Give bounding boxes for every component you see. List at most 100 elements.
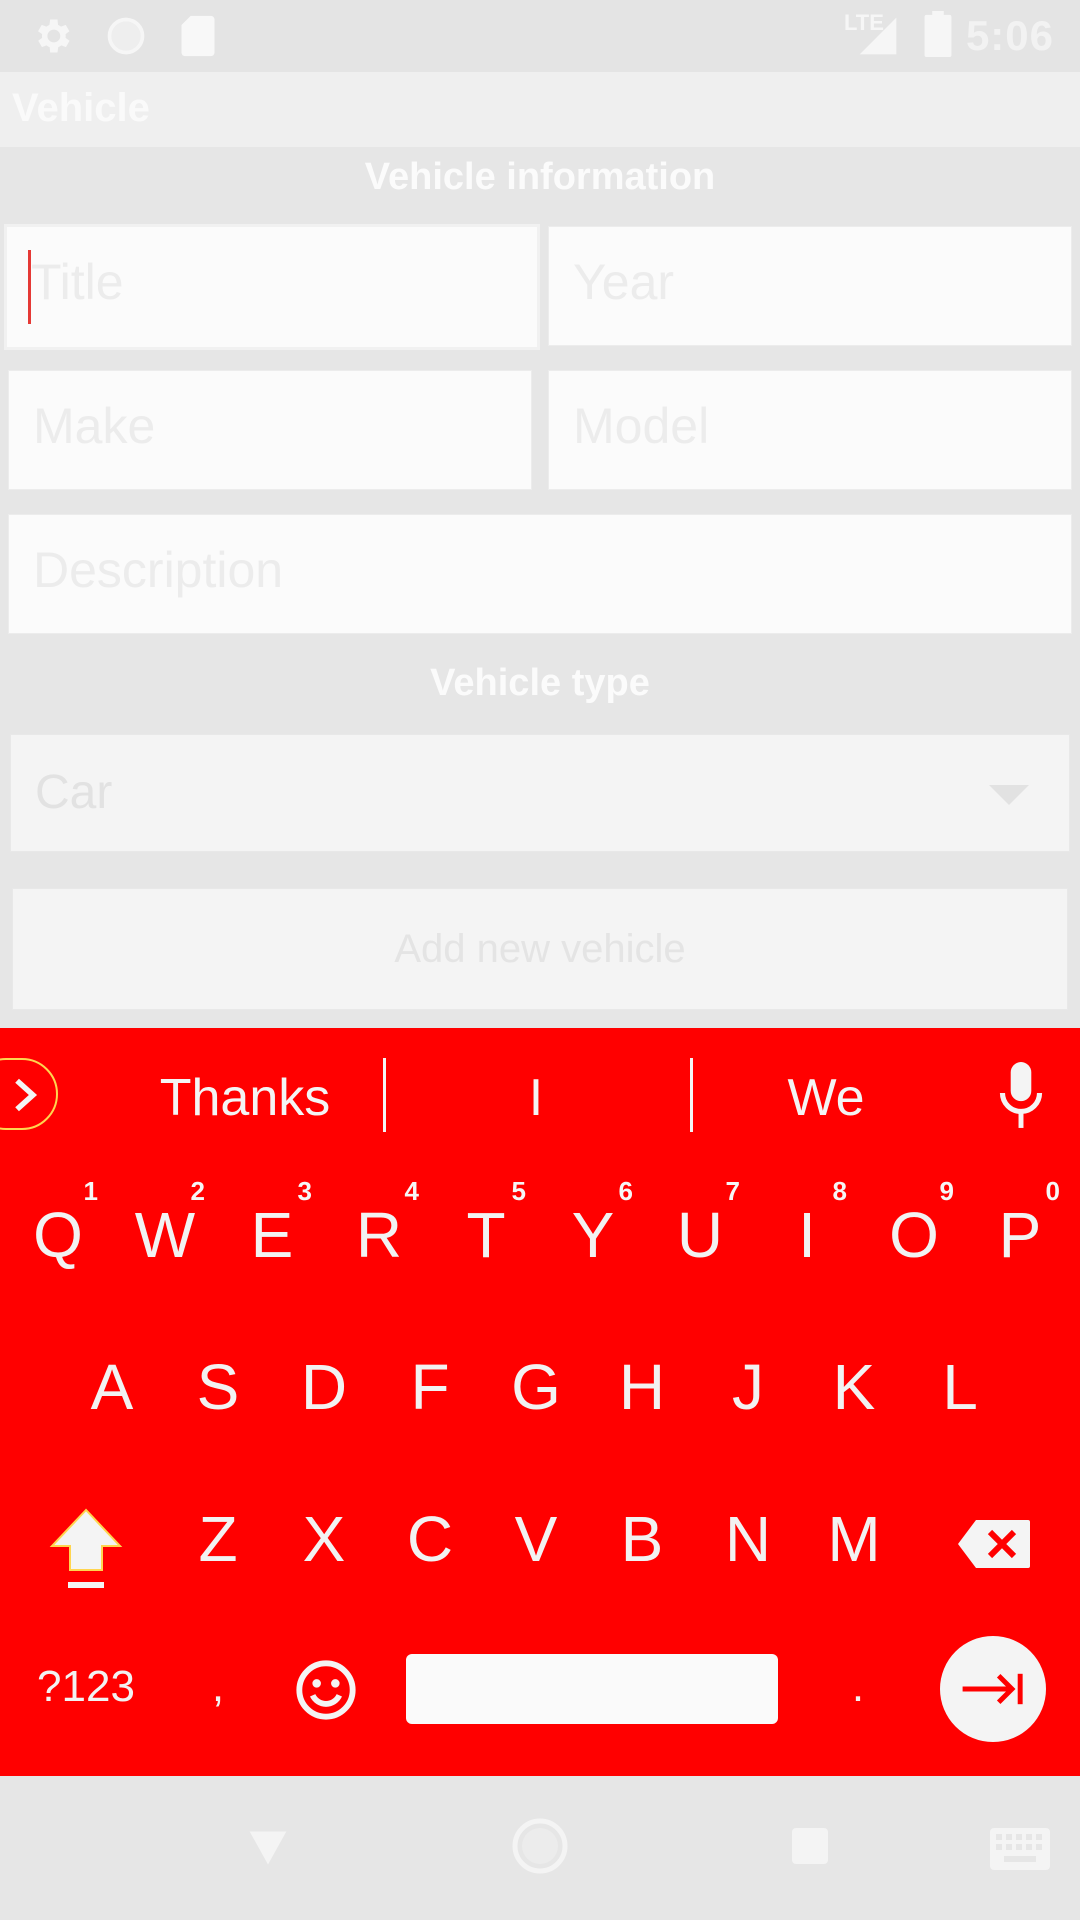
backspace-icon: [958, 1520, 1030, 1568]
symbols-key[interactable]: ?123: [26, 1628, 146, 1748]
key-v[interactable]: V: [486, 1482, 586, 1602]
navigation-bar: [0, 1776, 1080, 1920]
key-k[interactable]: K: [804, 1330, 904, 1450]
vehicle-type-select[interactable]: Car: [10, 734, 1070, 852]
key-f[interactable]: F: [380, 1330, 480, 1450]
key-label: N: [724, 1503, 772, 1575]
key-label: .: [851, 1662, 865, 1711]
keyboard-icon[interactable]: [988, 1826, 1052, 1872]
sd-card-icon: [176, 14, 220, 58]
suggestion-item[interactable]: Thanks: [120, 1068, 370, 1128]
model-placeholder: Model: [573, 398, 710, 454]
key-label: Z: [198, 1503, 238, 1575]
back-icon[interactable]: [246, 1826, 290, 1870]
key-label: B: [620, 1503, 664, 1575]
key-u[interactable]: 7U: [650, 1176, 750, 1298]
comma-key[interactable]: ,: [168, 1628, 268, 1748]
suggestion-divider: [690, 1058, 693, 1132]
chevron-right-icon: [15, 1078, 38, 1112]
shift-key[interactable]: [36, 1480, 136, 1600]
soft-keyboard: Thanks I We 1Q 2W 3E 4R 5T 6Y 7U 8I 9O 0…: [0, 1028, 1080, 1776]
key-label: Y: [571, 1199, 615, 1271]
key-x[interactable]: X: [274, 1482, 374, 1602]
description-placeholder: Description: [33, 542, 284, 598]
key-h[interactable]: H: [592, 1330, 692, 1450]
key-label: P: [998, 1199, 1042, 1271]
key-z[interactable]: Z: [168, 1482, 268, 1602]
model-field[interactable]: Model: [548, 370, 1072, 490]
key-q[interactable]: 1Q: [8, 1176, 108, 1298]
gear-icon: [30, 14, 74, 58]
app-bar: Vehicle: [0, 72, 1080, 147]
key-n[interactable]: N: [698, 1482, 798, 1602]
suggestion-divider: [383, 1058, 386, 1132]
key-s[interactable]: S: [168, 1330, 268, 1450]
section-heading-vehicle-type: Vehicle type: [430, 662, 650, 704]
suggestion-item[interactable]: We: [726, 1068, 926, 1128]
key-label: ,: [211, 1662, 225, 1711]
key-p[interactable]: 0P: [970, 1176, 1070, 1298]
tab-next-icon: [962, 1673, 1023, 1705]
shift-icon: [49, 1508, 123, 1588]
key-r[interactable]: 4R: [329, 1176, 429, 1298]
key-label: I: [798, 1199, 816, 1271]
next-field-key[interactable]: [940, 1636, 1046, 1742]
key-label: S: [196, 1351, 240, 1423]
chevron-down-icon: [989, 785, 1029, 805]
year-field[interactable]: Year: [548, 226, 1072, 346]
key-label: G: [511, 1351, 561, 1423]
key-label: ?123: [37, 1662, 135, 1711]
key-label: M: [827, 1503, 881, 1575]
key-label: E: [250, 1199, 294, 1271]
key-l[interactable]: L: [910, 1330, 1010, 1450]
space-key[interactable]: [406, 1654, 778, 1724]
key-label: W: [134, 1199, 196, 1271]
key-label: T: [466, 1199, 506, 1271]
battery-icon: [916, 11, 960, 57]
period-key[interactable]: .: [808, 1628, 908, 1748]
key-j[interactable]: J: [698, 1330, 798, 1450]
emoji-key[interactable]: [276, 1628, 376, 1748]
key-t[interactable]: 5T: [436, 1176, 536, 1298]
vehicle-type-value: Car: [35, 766, 113, 819]
key-b[interactable]: B: [592, 1482, 692, 1602]
title-placeholder: Title: [31, 254, 124, 310]
backspace-key[interactable]: [942, 1482, 1062, 1602]
key-m[interactable]: M: [804, 1482, 904, 1602]
recents-icon[interactable]: [790, 1826, 830, 1866]
make-placeholder: Make: [33, 398, 156, 454]
key-label: R: [355, 1199, 403, 1271]
description-field[interactable]: Description: [8, 514, 1072, 634]
suggestion-item[interactable]: I: [436, 1068, 636, 1128]
title-field[interactable]: Title: [4, 224, 540, 350]
key-e[interactable]: 3E: [222, 1176, 322, 1298]
key-o[interactable]: 9O: [864, 1176, 964, 1298]
add-vehicle-button[interactable]: Add new vehicle: [12, 888, 1068, 1010]
key-label: C: [406, 1503, 454, 1575]
emoji-icon: [296, 1660, 356, 1720]
key-label: V: [514, 1503, 558, 1575]
microphone-icon[interactable]: [996, 1060, 1046, 1130]
suggestion-expand-button[interactable]: [0, 1058, 58, 1130]
page-title: Vehicle: [12, 86, 150, 130]
key-label: O: [889, 1199, 939, 1271]
key-g[interactable]: G: [486, 1330, 586, 1450]
key-label: X: [302, 1503, 346, 1575]
key-label: U: [676, 1199, 724, 1271]
key-a[interactable]: A: [62, 1330, 162, 1450]
status-bar: LTE 5:06: [0, 0, 1080, 72]
status-time: 5:06: [965, 12, 1054, 59]
key-label: K: [832, 1351, 876, 1423]
circle-icon: [104, 14, 148, 58]
key-d[interactable]: D: [274, 1330, 374, 1450]
key-i[interactable]: 8I: [757, 1176, 857, 1298]
home-icon[interactable]: [510, 1816, 570, 1876]
key-w[interactable]: 2W: [115, 1176, 215, 1298]
key-label: D: [300, 1351, 348, 1423]
key-y[interactable]: 6Y: [543, 1176, 643, 1298]
year-placeholder: Year: [573, 254, 675, 310]
key-c[interactable]: C: [380, 1482, 480, 1602]
make-field[interactable]: Make: [8, 370, 532, 490]
key-label: Q: [33, 1199, 83, 1271]
key-label: L: [942, 1351, 978, 1423]
